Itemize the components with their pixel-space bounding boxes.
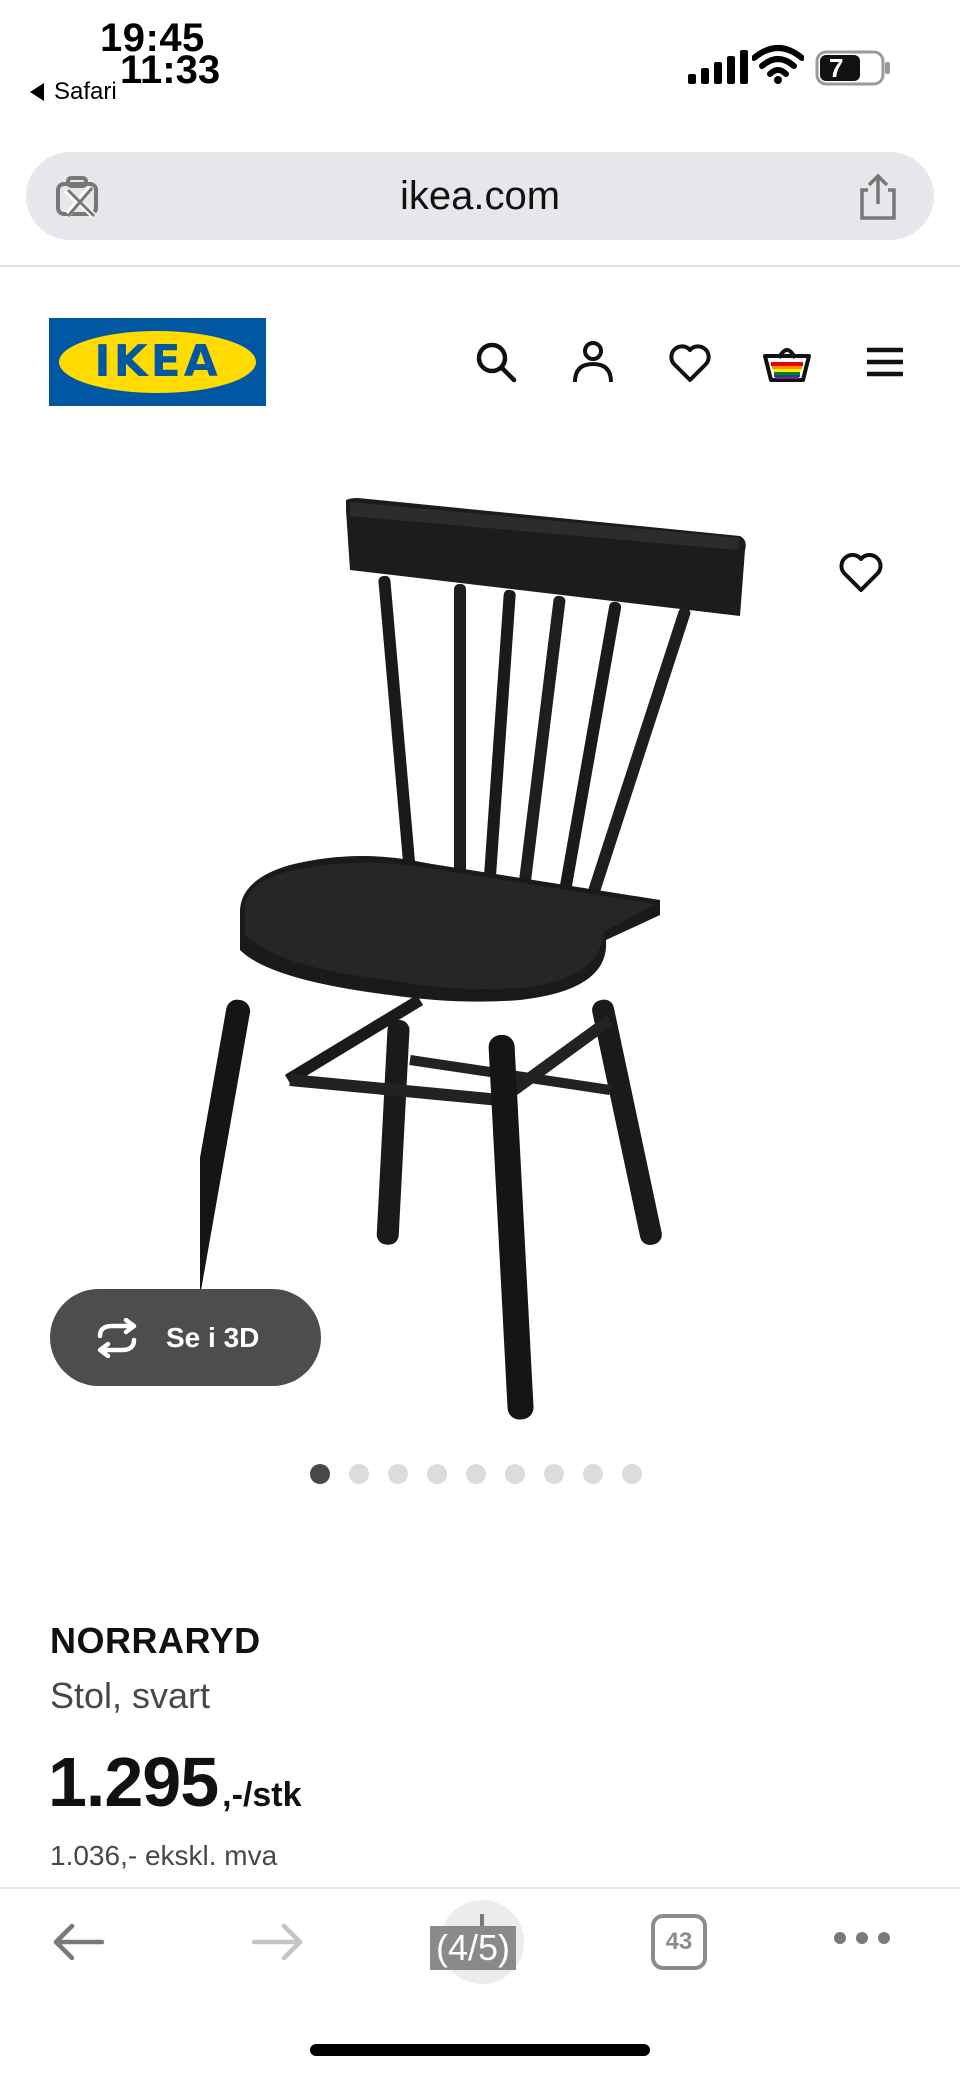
share-icon[interactable] [854, 172, 902, 222]
price-ex-vat: 1.036,- ekskl. mva [50, 1840, 278, 1871]
ikea-logo[interactable]: IKEA [49, 318, 266, 406]
back-to-app-label: Safari [54, 78, 117, 105]
view-3d-button[interactable]: Se i 3D [50, 1289, 321, 1386]
carousel-dot[interactable] [583, 1464, 603, 1484]
product-description: Stol, svart [50, 1675, 211, 1716]
back-arrow-icon [30, 83, 44, 101]
price-unit: ,-/stk [222, 1776, 302, 1814]
product-price: 1.295 ,-/stk [48, 1742, 302, 1822]
carousel-dot[interactable] [310, 1464, 330, 1484]
product-image[interactable] [200, 480, 760, 1420]
rotate-3d-icon [97, 1317, 137, 1358]
favorites-icon[interactable] [666, 338, 714, 386]
price-value: 1.295 [48, 1743, 219, 1821]
url-text[interactable]: ikea.com [26, 152, 934, 240]
carousel-dot[interactable] [427, 1464, 447, 1484]
carousel-dot[interactable] [505, 1464, 525, 1484]
toolbar-divider [0, 1887, 960, 1889]
search-icon[interactable] [472, 338, 520, 386]
account-icon[interactable] [569, 338, 617, 386]
carousel-dot[interactable] [349, 1464, 369, 1484]
divider [0, 265, 960, 267]
logo-text: IKEA [94, 336, 221, 387]
cellular-signal-icon [688, 48, 748, 84]
menu-icon[interactable] [861, 338, 909, 386]
more-options-icon[interactable] [834, 1932, 890, 1944]
carousel-dot[interactable] [388, 1464, 408, 1484]
forward-arrow-icon[interactable] [250, 1920, 306, 1964]
screenshot-counter: (4/5) [430, 1926, 517, 1970]
home-indicator[interactable] [310, 2044, 650, 2056]
carousel-dot[interactable] [622, 1464, 642, 1484]
carousel-dot[interactable] [544, 1464, 564, 1484]
status-time-overlay: 11:33 [120, 48, 221, 92]
tabs-button[interactable]: 43 [651, 1914, 707, 1970]
wifi-icon [752, 45, 804, 84]
view-3d-label: Se i 3D [166, 1321, 260, 1353]
back-arrow-icon[interactable] [50, 1920, 106, 1964]
carousel-dot[interactable] [466, 1464, 486, 1484]
image-carousel-dots[interactable] [310, 1464, 642, 1484]
battery-level: 7 [829, 53, 844, 83]
address-bar[interactable]: ikea.com [26, 152, 934, 240]
product-name: NORRARYD [50, 1620, 261, 1661]
back-to-app-link[interactable]: Safari [30, 78, 117, 106]
add-to-favorites-icon[interactable] [836, 548, 886, 596]
basket-icon[interactable] [763, 338, 811, 386]
battery-icon: 7 [815, 50, 893, 86]
